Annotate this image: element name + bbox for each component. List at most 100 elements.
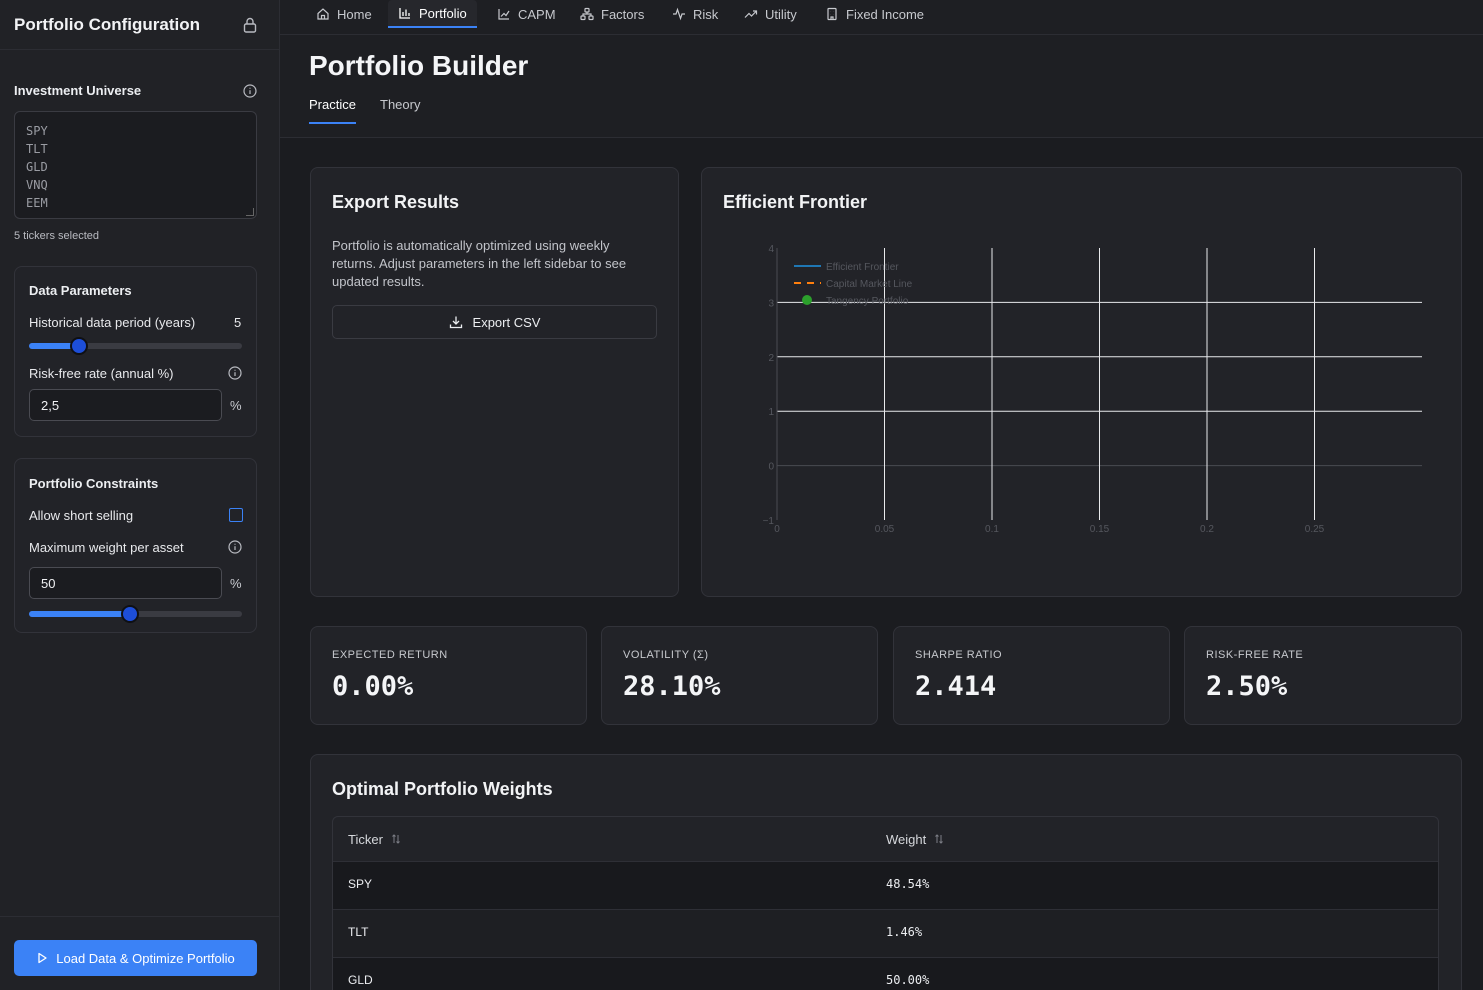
sidebar-header: Portfolio Configuration xyxy=(0,0,279,50)
legend-label: Efficient Frontier xyxy=(826,262,899,273)
ticker-cell: GLD xyxy=(348,973,373,987)
max-weight-slider-thumb[interactable] xyxy=(121,605,140,623)
nav-label: Fixed Income xyxy=(846,6,925,22)
nav-item-capm[interactable]: CAPM xyxy=(487,0,566,28)
risk-free-unit: % xyxy=(230,398,242,413)
max-weight-slider[interactable] xyxy=(29,605,242,623)
tab-theory[interactable]: Theory xyxy=(380,97,420,122)
pulse-icon xyxy=(673,7,685,21)
nav-label: Risk xyxy=(693,6,719,22)
info-icon[interactable] xyxy=(228,366,242,380)
y-tick-label: 3 xyxy=(768,298,774,309)
legend-label: Capital Market Line xyxy=(826,279,913,290)
export-card: Export Results Portfolio is automaticall… xyxy=(310,167,679,597)
legend-swatch-tangency xyxy=(802,295,812,305)
home-icon xyxy=(317,8,329,20)
sidebar-footer: Load Data & Optimize Portfolio xyxy=(0,916,279,990)
line-chart-icon xyxy=(498,9,510,20)
period-value: 5 xyxy=(234,315,242,330)
table-row[interactable]: GLD 50.00% xyxy=(333,957,1438,990)
metric-value: 2.50% xyxy=(1206,671,1288,702)
tickers-text: SPY TLT GLD VNQ EEM xyxy=(26,124,48,210)
column-header-ticker[interactable]: Ticker xyxy=(348,817,402,861)
x-tick-label: 0.25 xyxy=(1305,524,1325,535)
optimize-button[interactable]: Load Data & Optimize Portfolio xyxy=(14,940,257,976)
weight-cell: 1.46% xyxy=(886,925,923,939)
export-description: Portfolio is automatically optimized usi… xyxy=(332,238,627,289)
metric-risk-free-rate: RISK-FREE RATE 2.50% xyxy=(1184,626,1462,725)
export-csv-button[interactable]: Export CSV xyxy=(332,305,657,339)
legend-label: Tangency Portfolio xyxy=(826,296,909,307)
sidebar: Portfolio Configuration Investment Unive… xyxy=(0,0,280,990)
nav-item-factors[interactable]: Factors xyxy=(570,0,654,28)
factors-icon xyxy=(580,7,594,21)
lock-icon[interactable] xyxy=(242,16,258,34)
max-weight-unit: % xyxy=(230,576,242,591)
period-label: Historical data period (years) xyxy=(29,315,196,330)
sidebar-title: Portfolio Configuration xyxy=(14,15,201,34)
y-tick-label: −1 xyxy=(763,516,775,527)
info-icon[interactable] xyxy=(228,540,242,554)
nav-item-utility[interactable]: Utility xyxy=(734,0,807,28)
optimize-button-label: Load Data & Optimize Portfolio xyxy=(56,950,235,966)
metric-label: RISK-FREE RATE xyxy=(1206,649,1304,661)
tickers-count: 5 tickers selected xyxy=(14,230,99,242)
weights-table: Ticker Weight SPY 48.54% TLT 1.46% GLD 5… xyxy=(332,816,1439,990)
table-row[interactable]: TLT 1.46% xyxy=(333,909,1438,957)
sort-icon[interactable] xyxy=(390,833,402,845)
nav-item-fixed-income[interactable]: Fixed Income xyxy=(815,0,934,28)
weight-cell: 48.54% xyxy=(886,877,930,891)
page-title: Portfolio Builder xyxy=(309,50,529,81)
nav-item-risk[interactable]: Risk xyxy=(662,0,728,28)
info-icon[interactable] xyxy=(243,84,257,98)
column-header-weight[interactable]: Weight xyxy=(886,817,945,861)
nav-label: Portfolio xyxy=(419,5,467,21)
metric-label: EXPECTED RETURN xyxy=(332,649,448,661)
nav-item-portfolio[interactable]: Portfolio xyxy=(388,0,477,28)
period-slider-thumb[interactable] xyxy=(70,337,89,355)
y-tick-label: 0 xyxy=(768,462,774,473)
metric-expected-return: EXPECTED RETURN 0.00% xyxy=(310,626,587,725)
export-title: Export Results xyxy=(332,192,460,212)
y-tick-label: 1 xyxy=(768,407,774,418)
metric-value: 28.10% xyxy=(623,671,721,702)
metric-label: SHARPE RATIO xyxy=(915,649,1003,661)
short-selling-checkbox[interactable] xyxy=(229,508,243,522)
x-tick-label: 0.15 xyxy=(1090,524,1110,535)
x-tick-label: 0.1 xyxy=(985,524,999,535)
trending-up-icon xyxy=(744,10,758,18)
efficient-frontier-chart[interactable]: 43210−10 0.05 0.1 0.15 0.2 0.25Efficient Fron… xyxy=(702,168,1461,596)
nav-item-home[interactable]: Home xyxy=(306,0,382,28)
tickers-textarea[interactable]: SPY TLT GLD VNQ EEM xyxy=(14,111,257,219)
period-slider[interactable] xyxy=(29,337,242,355)
weights-title: Optimal Portfolio Weights xyxy=(332,779,553,799)
y-tick-label: 2 xyxy=(768,353,774,364)
data-parameters-title: Data Parameters xyxy=(29,283,132,298)
sort-icon[interactable] xyxy=(933,833,945,845)
constraints-title: Portfolio Constraints xyxy=(29,476,159,491)
max-weight-label: Maximum weight per asset xyxy=(29,540,184,555)
weight-cell: 50.00% xyxy=(886,973,930,987)
ticker-cell: TLT xyxy=(348,925,369,939)
risk-free-input[interactable]: 2,5 xyxy=(29,389,222,421)
short-selling-label: Allow short selling xyxy=(29,508,134,523)
tab-practice[interactable]: Practice xyxy=(309,97,356,124)
resize-handle[interactable] xyxy=(246,208,254,216)
x-tick-label: 0 xyxy=(774,524,780,535)
data-parameters-panel: Data Parameters Historical data period (… xyxy=(14,266,257,437)
download-icon xyxy=(449,316,462,329)
max-weight-input[interactable]: 50 xyxy=(29,567,222,599)
nav-label: Home xyxy=(337,6,372,22)
metric-value: 2.414 xyxy=(915,671,997,702)
play-icon xyxy=(38,952,47,964)
column-label: Ticker xyxy=(348,831,383,847)
table-row[interactable]: SPY 48.54% xyxy=(333,861,1438,909)
investment-universe-label: Investment Universe xyxy=(14,83,142,98)
export-csv-label: Export CSV xyxy=(472,314,541,330)
x-tick-label: 0.2 xyxy=(1200,524,1214,535)
column-label: Weight xyxy=(886,831,927,847)
constraints-panel: Portfolio Constraints Allow short sellin… xyxy=(14,458,257,633)
ticker-cell: SPY xyxy=(348,877,373,891)
nav-label: Factors xyxy=(601,6,645,22)
page-header: Portfolio Builder Practice Theory xyxy=(280,35,1483,138)
